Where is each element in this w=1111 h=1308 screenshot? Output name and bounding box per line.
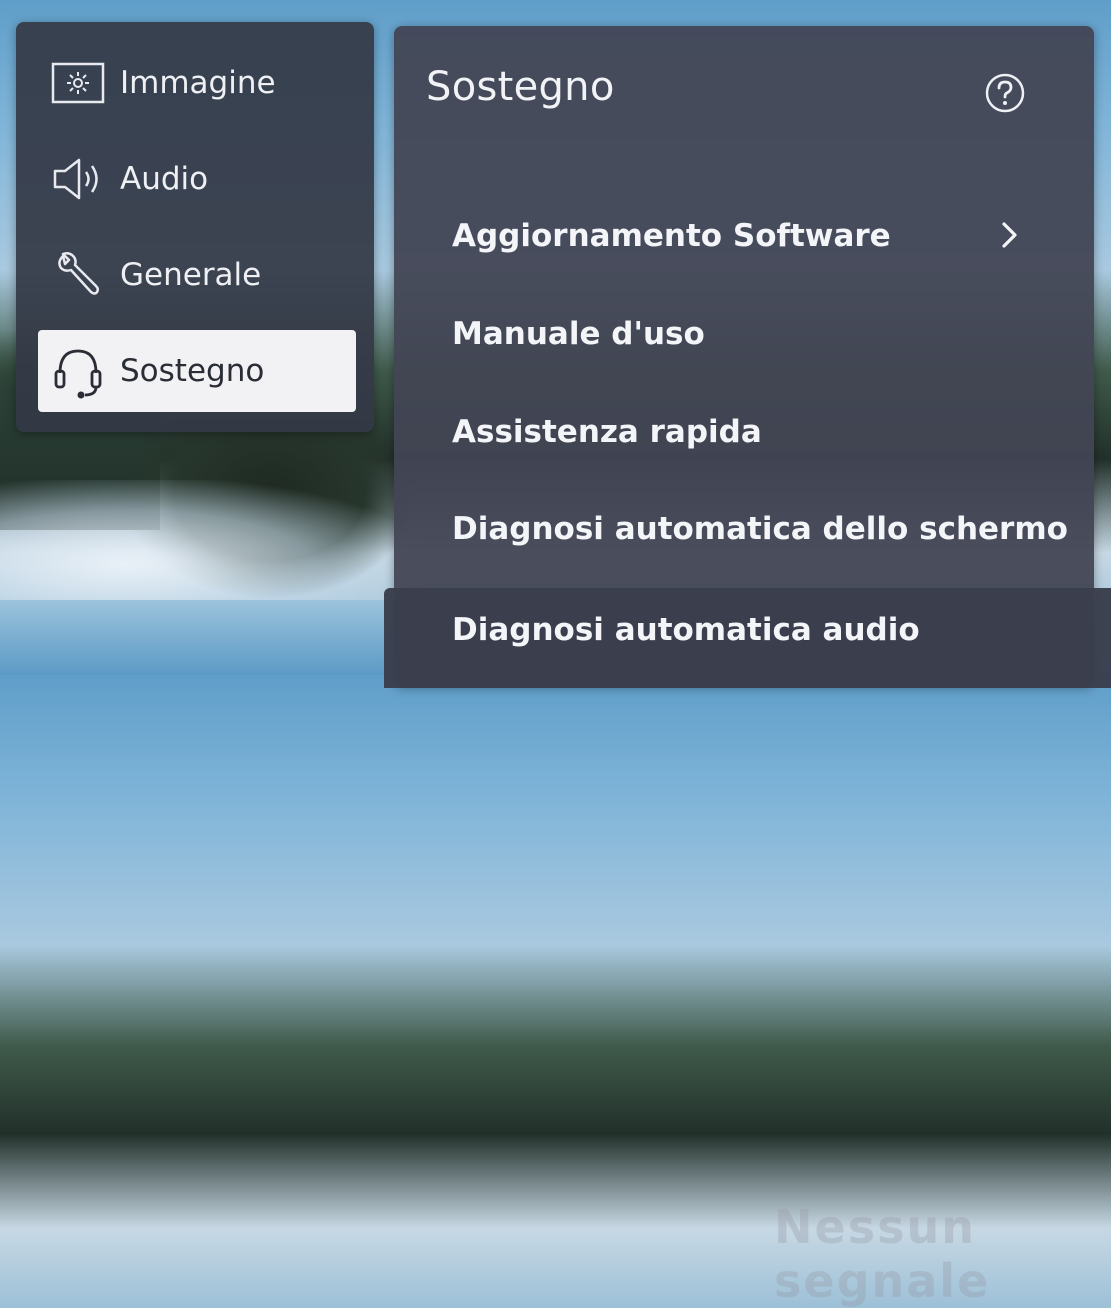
nav-item-label: Sostegno (120, 353, 265, 389)
menu-item-user-manual[interactable]: Manuale d'uso (452, 304, 1072, 364)
nav-item-label: Generale (120, 257, 262, 293)
menu-item-quick-help[interactable]: Assistenza rapida (452, 402, 1072, 462)
nav-item-audio[interactable]: Audio (38, 138, 356, 220)
menu-item-screen-self-diagnosis[interactable]: Diagnosi automatica dello schermo (452, 499, 1072, 559)
help-icon[interactable] (984, 72, 1026, 114)
support-panel: Sostegno Aggiornamento Software Manuale … (394, 26, 1094, 686)
menu-item-label: Aggiornamento Software (452, 218, 891, 254)
nav-item-sostegno[interactable]: Sostegno (38, 330, 356, 412)
chevron-right-icon (1000, 220, 1020, 250)
background-water (0, 600, 420, 675)
support-panel-lower: Nessun segnale Diagnosi automatica audio (384, 588, 1111, 1308)
speaker-icon (50, 151, 106, 207)
panel-title: Sostegno (426, 64, 615, 110)
settings-category-menu: Immagine Audio Generale Sostegno (16, 22, 374, 432)
headset-icon (50, 343, 106, 399)
menu-item-label: Diagnosi automatica dello schermo (452, 511, 1068, 547)
no-signal-overlay-text: Nessun segnale (774, 1200, 991, 1308)
picture-settings-icon (50, 55, 106, 111)
menu-item-label: Manuale d'uso (452, 316, 705, 352)
menu-item-label: Assistenza rapida (452, 414, 762, 450)
menu-item-software-update[interactable]: Aggiornamento Software (452, 206, 1072, 266)
nav-item-immagine[interactable]: Immagine (38, 42, 356, 124)
nav-item-label: Immagine (120, 65, 276, 101)
nav-item-label: Audio (120, 161, 209, 197)
nav-item-generale[interactable]: Generale (38, 234, 356, 316)
menu-item-label: Diagnosi automatica audio (452, 612, 920, 648)
background-mist (0, 480, 420, 620)
menu-item-audio-self-diagnosis[interactable]: Diagnosi automatica audio (452, 600, 1072, 660)
wrench-icon (50, 247, 106, 303)
